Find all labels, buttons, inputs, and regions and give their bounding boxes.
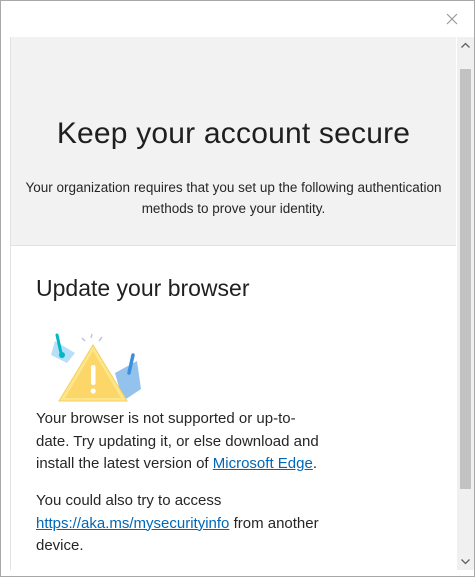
message-line-1: Your browser is not supported or up-to-: [36, 410, 296, 427]
dialog-content: Keep your account secure Your organizati…: [10, 37, 456, 570]
mysecurityinfo-link[interactable]: https://aka.ms/mysecurityinfo: [36, 515, 229, 532]
alt-line-1: You could also try to access: [36, 492, 222, 509]
scroll-up-arrow-icon[interactable]: [457, 37, 474, 54]
alt-line-2-suffix: from another: [229, 514, 319, 532]
browser-unsupported-message: Your browser is not supported or up-to- …: [36, 408, 366, 476]
header-band: Keep your account secure Your organizati…: [11, 37, 456, 246]
subtitle-line-2: methods to prove your identity.: [141, 201, 326, 216]
browser-warning-illustration: [51, 333, 141, 402]
microsoft-edge-link[interactable]: Microsoft Edge: [213, 455, 313, 472]
page-title: Keep your account secure: [56, 117, 411, 150]
message-line-3-prefix: install the latest version of: [36, 455, 213, 472]
page-subtitle: Your organization requires that you set …: [11, 177, 456, 219]
alt-line-3: device.: [36, 537, 84, 554]
subtitle-line-1: Your organization requires that you set …: [25, 180, 442, 195]
scroll-down-arrow-icon[interactable]: [457, 553, 474, 570]
message-line-3-suffix: .: [312, 455, 317, 472]
scrollbar-thumb[interactable]: [460, 69, 471, 489]
message-line-2: date. Try updating it, or else download …: [36, 432, 319, 450]
alternative-access-message: You could also try to access https://aka…: [36, 490, 366, 558]
section-title: Update your browser: [36, 275, 250, 301]
auth-dialog: Keep your account secure Your organizati…: [0, 0, 475, 577]
vertical-scrollbar[interactable]: [457, 37, 474, 570]
close-icon[interactable]: [444, 11, 460, 27]
dialog-titlebar: [1, 1, 474, 37]
